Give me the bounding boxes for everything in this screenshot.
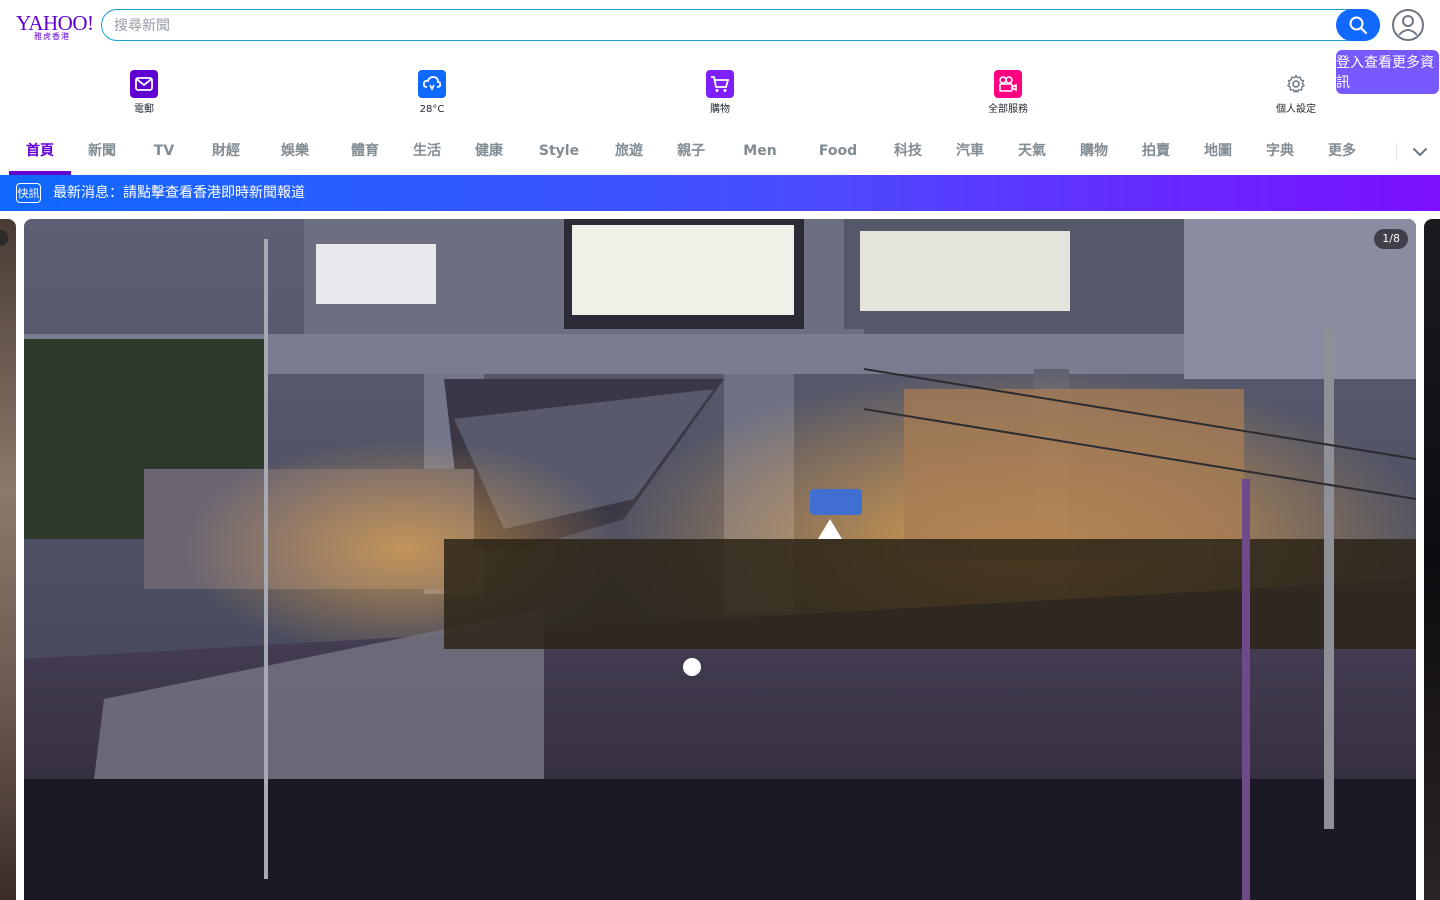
carousel-prev-slide[interactable] <box>0 219 16 900</box>
tile-label: 28°C <box>419 104 445 115</box>
breaking-news-banner[interactable]: 快訊 最新消息：請點擊查看香港即時新聞報道 <box>0 175 1440 211</box>
carousel-counter: 1/8 <box>1374 229 1408 249</box>
mail-icon <box>130 70 158 98</box>
tile-weather[interactable]: 28°C <box>382 68 482 124</box>
search-icon <box>1349 16 1368 35</box>
nav-item-tech[interactable]: 科技 <box>894 141 922 161</box>
carousel-prev-arrow[interactable] <box>0 230 8 246</box>
nav-item-dictionary[interactable]: 字典 <box>1266 141 1294 161</box>
nav-item-finance[interactable]: 財經 <box>212 141 240 161</box>
tile-label: 購物 <box>710 104 730 115</box>
gear-icon <box>1282 70 1310 98</box>
signin-tooltip[interactable]: 登入查看更多資訊 <box>1336 50 1439 94</box>
nav-item-health[interactable]: 健康 <box>475 141 503 161</box>
tile-all-services[interactable]: 全部服務 <box>958 68 1058 124</box>
nav-item-men[interactable]: Men <box>743 141 776 161</box>
search-input[interactable] <box>112 15 1316 37</box>
nav-item-more[interactable]: 更多 <box>1328 141 1356 161</box>
search-button[interactable] <box>1336 9 1380 41</box>
site-header: YAHOO! 雅虎香港 <box>0 0 1440 52</box>
nav-item-news[interactable]: 新聞 <box>88 141 116 161</box>
night-street-scene-image <box>24 219 1416 900</box>
tile-label: 全部服務 <box>988 104 1028 115</box>
user-circle-icon[interactable] <box>1391 8 1425 42</box>
nav-divider <box>1396 143 1397 161</box>
breaking-news-tag: 快訊 <box>16 183 41 203</box>
yahoo-logo[interactable]: YAHOO! 雅虎香港 <box>16 11 94 42</box>
nav-item-tv[interactable]: TV <box>154 141 174 161</box>
carousel-next-slide[interactable] <box>1424 219 1440 900</box>
nav-item-food[interactable]: Food <box>819 141 857 161</box>
nav-item-lifestyle[interactable]: 生活 <box>413 141 441 161</box>
video-camera-icon <box>994 70 1022 98</box>
nav-item-entertainment[interactable]: 娛樂 <box>281 141 309 161</box>
search-bar <box>101 9 1380 41</box>
tile-label: 電郵 <box>134 104 154 115</box>
breaking-news-text[interactable]: 最新消息：請點擊查看香港即時新聞報道 <box>53 184 305 202</box>
weather-cloud-icon <box>418 70 446 98</box>
category-nav: 首頁 新聞 TV 財經 娛樂 體育 生活 健康 Style 旅遊 親子 Men … <box>0 130 1440 175</box>
nav-item-autos[interactable]: 汽車 <box>956 141 984 161</box>
tile-settings[interactable]: 個人設定 <box>1246 68 1346 124</box>
nav-item-sports[interactable]: 體育 <box>351 141 379 161</box>
tile-label: 個人設定 <box>1276 104 1316 115</box>
nav-item-style[interactable]: Style <box>539 141 579 161</box>
tile-shopping[interactable]: 購物 <box>670 68 770 124</box>
nav-item-maps[interactable]: 地圖 <box>1204 141 1232 161</box>
nav-item-auctions[interactable]: 拍賣 <box>1142 141 1170 161</box>
logo-text: YAHOO! <box>16 11 94 35</box>
chevron-down-icon[interactable] <box>1410 142 1430 162</box>
carousel-main-photo[interactable]: 1/8 <box>24 219 1416 900</box>
nav-item-shopping[interactable]: 購物 <box>1080 141 1108 161</box>
quick-access-bar: 電郵 28°C 購物 全部服務 個人設定 <box>0 68 1440 124</box>
tile-mail[interactable]: 電郵 <box>94 68 194 124</box>
nav-item-travel[interactable]: 旅遊 <box>615 141 643 161</box>
nav-item-weather[interactable]: 天氣 <box>1018 141 1046 161</box>
nav-item-home[interactable]: 首頁 <box>26 141 54 161</box>
shopping-cart-icon <box>706 70 734 98</box>
logo-subtext: 雅虎香港 <box>34 32 70 41</box>
nav-item-parenting[interactable]: 親子 <box>677 141 705 161</box>
